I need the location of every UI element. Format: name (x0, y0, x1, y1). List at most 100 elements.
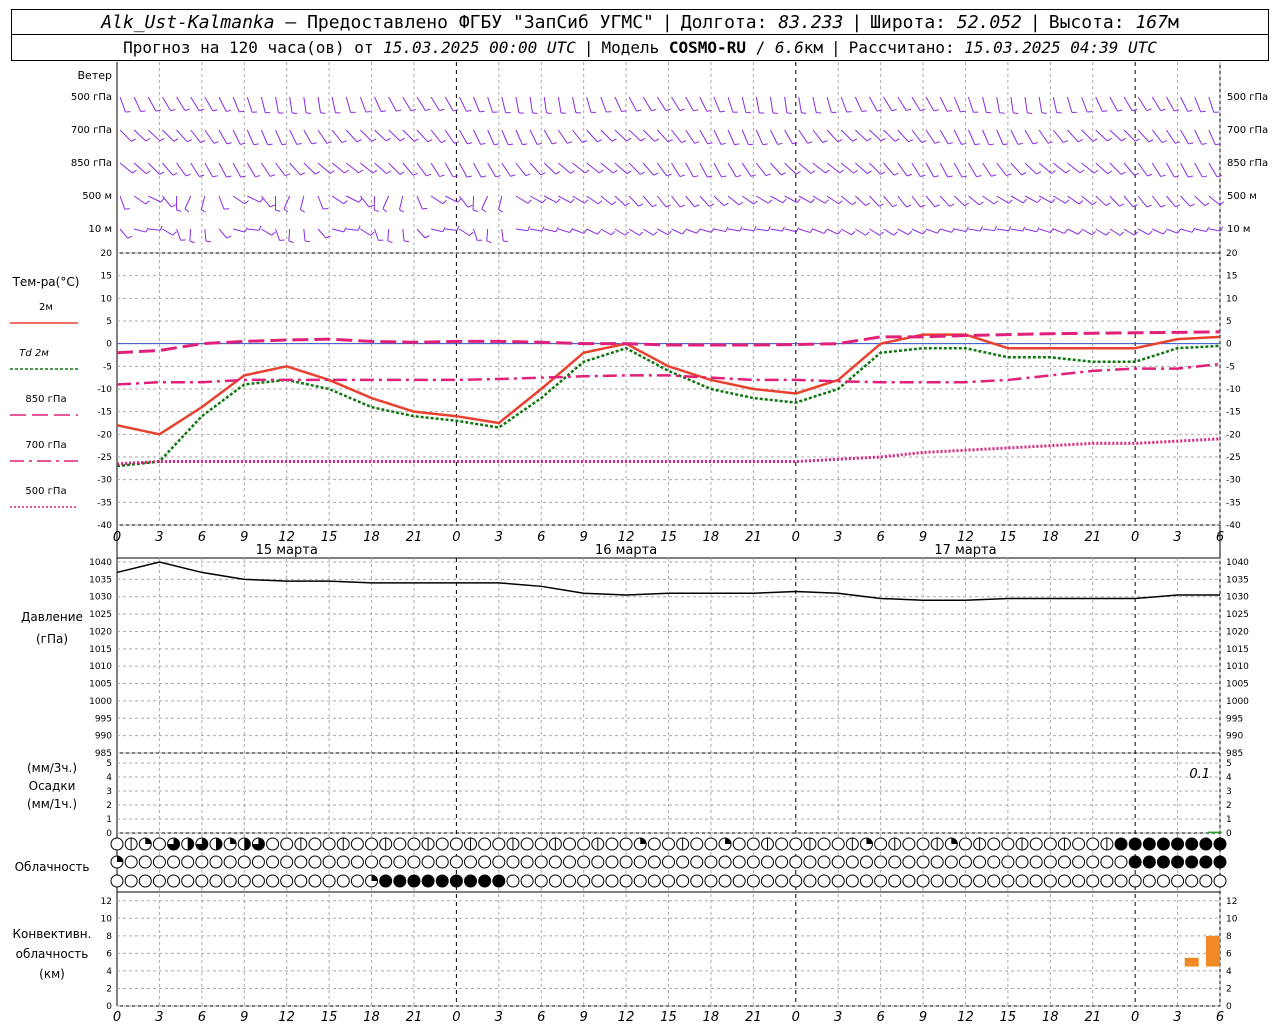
wind-barb-feather (472, 209, 478, 212)
cloud-symbol (563, 837, 577, 851)
wind-barb (770, 195, 783, 204)
wind-barb (204, 228, 207, 241)
pressure-tick-label: 1015 (89, 645, 112, 655)
wind-barb-feather (880, 171, 886, 175)
cloud-symbol (690, 855, 704, 869)
conv-tick-label: 10 (101, 914, 113, 924)
wind-barb (869, 162, 882, 175)
wind-barb-feather (570, 198, 575, 204)
cloud-symbol-partial (187, 838, 194, 850)
wind-barb-feather (934, 141, 940, 144)
wind-barb (275, 96, 279, 113)
wind-barb-feather (288, 240, 294, 244)
cloud-symbol (647, 874, 661, 888)
wind-barb (572, 129, 583, 143)
cloud-symbol (167, 855, 181, 869)
cloud-symbol (280, 874, 294, 888)
wind-barb (713, 228, 726, 233)
wind-barb-feather (891, 108, 897, 112)
cloud-symbol (944, 874, 958, 888)
x-tick-label: 18 (703, 530, 720, 545)
wind-barb-feather (961, 175, 967, 178)
wind-barb-feather (1160, 204, 1166, 208)
wind-barb-feather (269, 204, 275, 208)
cloud-symbol (888, 855, 902, 869)
wind-barb (501, 96, 507, 113)
wind-barb (529, 96, 533, 113)
wind-barb-feather (679, 108, 685, 112)
wind-barb (925, 162, 935, 178)
meteogram: 20 2015 1510 105 50 0-5 -5-10 -10-15 -15-20 -20-2… (10, 62, 1268, 1024)
wind-barb (741, 195, 754, 205)
wind-barb (360, 129, 373, 142)
wind-barb (883, 195, 893, 208)
cloud-symbol (336, 874, 350, 888)
x-tick-label: 15 (321, 1010, 338, 1024)
wind-barb-feather (159, 171, 165, 175)
wind-barb (1194, 129, 1203, 145)
wind-barb (416, 228, 426, 239)
wind-barb (656, 96, 667, 111)
cloud-symbol (308, 855, 322, 869)
wind-barb-feather (399, 171, 405, 175)
wind-barb (1137, 129, 1150, 143)
precip-unit-bottom: (мм/1ч.) (27, 797, 77, 811)
wind-barb-feather (466, 175, 472, 178)
wind-barb-feather (467, 142, 473, 145)
wind-barb (982, 96, 987, 113)
wind-barb-feather (358, 169, 364, 174)
wind-barb (1208, 195, 1221, 206)
cloud-symbol (1114, 855, 1128, 869)
wind-barb-feather (567, 141, 573, 144)
wind-barb (1024, 96, 1028, 113)
wind-barb (388, 129, 401, 142)
wind-barb-feather (1050, 228, 1054, 233)
temp-tick-label: 15 (1226, 272, 1237, 282)
wind-barb-feather (226, 142, 232, 145)
wind-barb-feather (281, 143, 288, 146)
temp-tick-label: -25 (1226, 453, 1241, 463)
cloud-symbol (732, 837, 746, 851)
wind-barb-feather (906, 108, 912, 112)
cloud-symbol (1072, 855, 1086, 869)
cloud-symbol (902, 874, 916, 888)
cloud-symbol (393, 874, 407, 888)
wind-barb (162, 195, 172, 208)
wind-barb (161, 96, 172, 112)
cloud-symbol (1086, 874, 1100, 888)
wind-barb (260, 162, 271, 177)
wind-barb (374, 129, 387, 142)
wind-barb-feather (412, 172, 418, 176)
wind-barb (911, 129, 923, 143)
conv-tick-label: 8 (1226, 932, 1232, 942)
cloud-symbol (704, 874, 718, 888)
wind-barb (968, 162, 977, 178)
wind-barb (176, 129, 188, 143)
wind-barb (642, 96, 652, 111)
wind-barb-feather (226, 235, 232, 239)
x-tick-label: 15 (660, 1010, 677, 1024)
cloud-symbol (478, 855, 492, 869)
wind-barb (982, 195, 995, 205)
wind-barb (727, 162, 737, 178)
cloud-symbol (152, 855, 166, 869)
wind-barb-feather (525, 173, 531, 177)
wind-barb-feather (1041, 112, 1047, 114)
wind-barb (444, 162, 454, 178)
wind-barb (232, 96, 240, 113)
wind-barb (784, 162, 797, 175)
x-tick-label: 15 (660, 530, 677, 545)
wind-barb (515, 96, 520, 113)
wind-barb (176, 162, 187, 177)
cloud-symbol (958, 855, 972, 869)
wind-barb-feather (719, 110, 725, 113)
cloud-symbol (1043, 874, 1057, 888)
wind-barb-feather (1162, 229, 1167, 235)
wind-barb (1151, 129, 1163, 143)
cloud-symbol (266, 855, 280, 869)
pressure-tick-label: 990 (1226, 732, 1243, 742)
wind-barb (346, 195, 360, 203)
wind-barb-feather (358, 198, 363, 203)
wind-barb-feather (510, 174, 516, 177)
date-label: 16 марта (595, 543, 657, 558)
